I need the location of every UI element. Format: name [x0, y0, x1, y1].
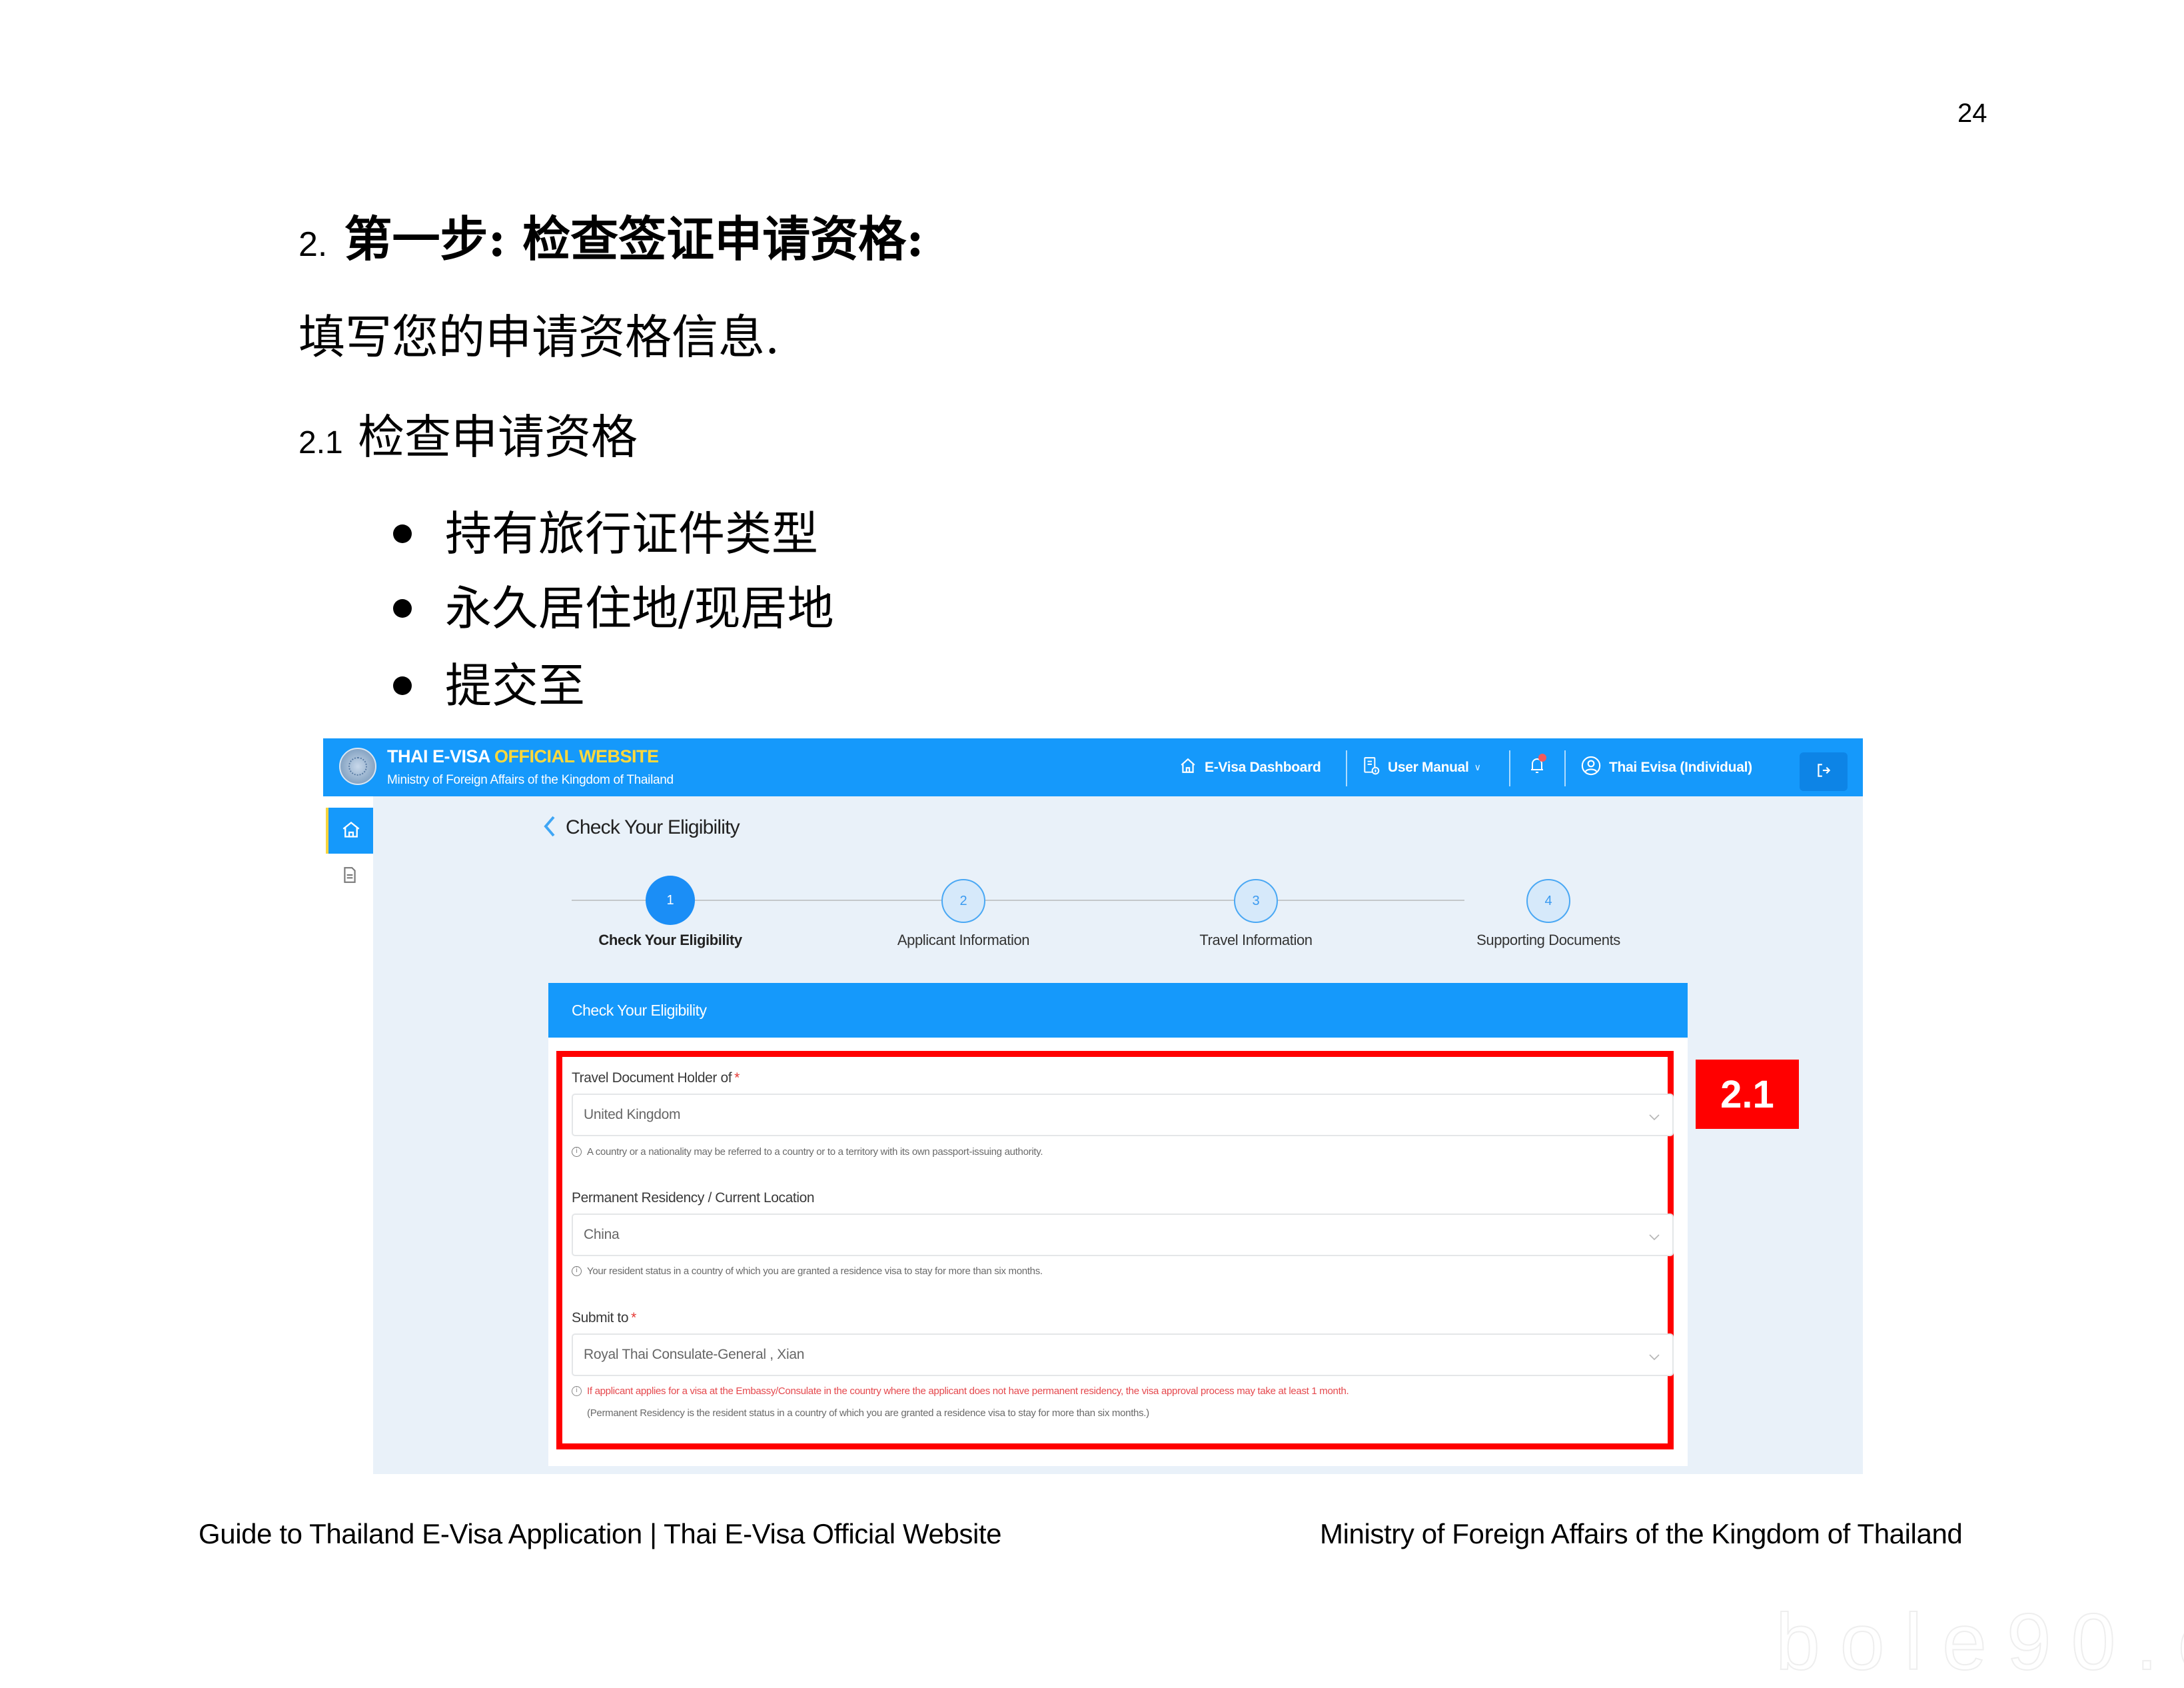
watermark: bole90.com: [1529, 1483, 2184, 1688]
progress-stepper: 1 Check Your Eligibility 2 Applicant Inf…: [373, 796, 1863, 996]
bullet-item: 永久居住地/现居地: [393, 571, 834, 646]
chevron-down-icon: [1648, 1230, 1660, 1246]
required-marker: *: [631, 1310, 636, 1325]
step-2-label: Applicant Information: [897, 932, 1030, 948]
manual-book-icon: [1363, 756, 1380, 779]
chevron-down-icon: [1648, 1110, 1660, 1126]
sidebar-item-home[interactable]: [326, 808, 373, 854]
travel-document-hint: iA country or a nationality may be refer…: [572, 1146, 1043, 1158]
card-header: Check Your Eligibility: [548, 983, 1688, 1038]
residency-hint: i Your resident status in a country of wh…: [572, 1266, 1043, 1277]
eligibility-card: Check Your Eligibility Travel Document H…: [548, 983, 1688, 1466]
evisa-screenshot: THAI E-VISA OFFICIAL WEBSITE Ministry of…: [323, 738, 1863, 1474]
section-number: 2.: [298, 225, 328, 264]
submit-to-label: Submit to *: [572, 1310, 636, 1325]
bell-icon: [1529, 753, 1546, 779]
home-icon: [1179, 757, 1197, 778]
notification-button[interactable]: [1529, 738, 1553, 796]
step-2-indicator[interactable]: 2: [941, 879, 985, 923]
submit-to-warning: i If applicant applies for a visa at the …: [572, 1385, 1349, 1397]
brand-title[interactable]: THAI E-VISA OFFICIAL WEBSITE: [387, 746, 659, 767]
stepper-connector: [572, 900, 1464, 901]
notification-badge: [1538, 753, 1546, 762]
required-marker: *: [734, 1070, 740, 1086]
chevron-down-icon: ∨: [1474, 762, 1481, 772]
subsection-number: 2.1: [298, 425, 343, 460]
logout-icon: [1815, 762, 1832, 782]
annotation-badge: 2.1: [1696, 1060, 1799, 1129]
user-avatar-icon: [1581, 756, 1601, 780]
section-heading-text: 第一步: 检查签证申请资格:: [344, 211, 924, 267]
subsection-heading: 2.1 检查申请资格: [298, 400, 638, 467]
info-icon: i: [572, 1386, 582, 1396]
step-1-indicator[interactable]: 1: [646, 876, 695, 925]
bullet-dot-icon: [393, 524, 412, 543]
bullet-dot-icon: [393, 676, 412, 695]
footer-left: Guide to Thailand E-Visa Application | T…: [199, 1518, 1002, 1549]
submit-to-note: (Permanent Residency is the resident sta…: [587, 1407, 1149, 1419]
bullet-item: 提交至: [393, 648, 834, 723]
bullet-dot-icon: [393, 599, 412, 618]
annotation-highlight-box: Travel Document Holder of * United Kingdo…: [556, 1051, 1674, 1449]
info-icon: i: [572, 1147, 582, 1157]
chevron-down-icon: [1648, 1349, 1660, 1365]
nav-divider: [1509, 750, 1510, 786]
info-icon: i: [572, 1266, 582, 1276]
watermark-text: bole90.com: [1775, 1597, 2184, 1687]
top-navbar: THAI E-VISA OFFICIAL WEBSITE Ministry of…: [323, 738, 1863, 796]
intro-text: 填写您的申请资格信息.: [298, 310, 780, 365]
ministry-seal-icon: [339, 748, 376, 785]
brand-subtitle: Ministry of Foreign Affairs of the Kingd…: [387, 773, 674, 787]
main-content: Check Your Eligibility 1 Check Your Elig…: [373, 796, 1863, 1474]
user-account-menu[interactable]: Thai Evisa (Individual): [1581, 738, 1752, 796]
bullet-item: 持有旅行证件类型: [393, 496, 834, 571]
travel-document-select[interactable]: United Kingdom: [572, 1094, 1674, 1136]
section-heading: 2. 第一步: 检查签证申请资格:: [298, 200, 924, 270]
bullet-list: 持有旅行证件类型 永久居住地/现居地 提交至: [393, 496, 834, 723]
logout-button[interactable]: [1800, 752, 1848, 791]
sidebar: [323, 796, 373, 1474]
step-1-label: Check Your Eligibility: [598, 932, 742, 948]
document-icon: [341, 866, 358, 886]
step-4-indicator[interactable]: 4: [1526, 879, 1570, 923]
residency-label: Permanent Residency / Current Location: [572, 1190, 815, 1206]
nav-divider: [1346, 750, 1347, 786]
nav-user-manual[interactable]: User Manual ∨: [1363, 738, 1481, 796]
step-3-indicator[interactable]: 3: [1234, 879, 1278, 923]
residency-select[interactable]: China: [572, 1214, 1674, 1256]
footer-right: Ministry of Foreign Affairs of the Kingd…: [1320, 1518, 1963, 1549]
sidebar-item-documents[interactable]: [326, 863, 373, 890]
nav-evisa-dashboard[interactable]: E-Visa Dashboard: [1179, 738, 1321, 796]
page-number: 24: [1957, 99, 1987, 128]
submit-to-select[interactable]: Royal Thai Consulate-General , Xian: [572, 1333, 1674, 1376]
nav-divider: [1564, 750, 1566, 786]
home-icon: [342, 821, 360, 841]
travel-document-label: Travel Document Holder of *: [572, 1070, 740, 1086]
subsection-heading-text: 检查申请资格: [358, 410, 638, 464]
step-3-label: Travel Information: [1199, 932, 1313, 948]
step-4-label: Supporting Documents: [1476, 932, 1620, 948]
